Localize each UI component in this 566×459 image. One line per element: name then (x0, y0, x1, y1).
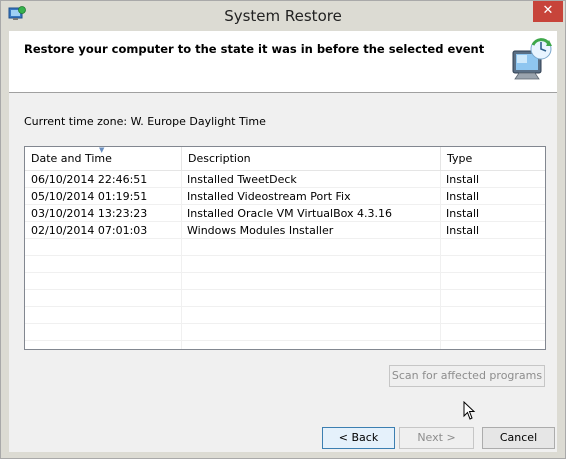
column-header-type[interactable]: Type (440, 147, 545, 171)
column-header-date[interactable]: ▼ Date and Time (25, 147, 181, 171)
table-row[interactable]: 02/10/2014 07:01:03 Windows Modules Inst… (25, 222, 545, 239)
cell-type: Install (446, 190, 480, 203)
table-body: 06/10/2014 22:46:51 Installed TweetDeck … (25, 171, 545, 341)
empty-row (25, 256, 545, 273)
table-row[interactable]: 06/10/2014 22:46:51 Installed TweetDeck … (25, 171, 545, 188)
empty-row (25, 239, 545, 256)
cell-description: Installed Videostream Port Fix (187, 190, 351, 203)
cell-date: 06/10/2014 22:46:51 (31, 173, 148, 186)
cancel-button[interactable]: Cancel (482, 427, 555, 449)
mouse-pointer-icon (463, 401, 476, 420)
table-row[interactable]: 05/10/2014 01:19:51 Installed Videostrea… (25, 188, 545, 205)
table-row[interactable]: 03/10/2014 13:23:23 Installed Oracle VM … (25, 205, 545, 222)
back-button[interactable]: < Back (322, 427, 395, 449)
cell-description: Installed Oracle VM VirtualBox 4.3.16 (187, 207, 393, 220)
next-button[interactable]: Next > (399, 427, 474, 449)
content-panel: Current time zone: W. Europe Daylight Ti… (9, 93, 557, 452)
cell-date: 05/10/2014 01:19:51 (31, 190, 148, 203)
restore-points-list[interactable]: ▼ Date and Time Description Type 06/10/2… (24, 146, 546, 350)
title-bar[interactable]: System Restore ✕ (1, 1, 565, 31)
system-restore-monitor-icon (512, 38, 552, 80)
cell-type: Install (446, 173, 480, 186)
cell-date: 03/10/2014 13:23:23 (31, 207, 148, 220)
page-title: Restore your computer to the state it wa… (24, 42, 485, 56)
column-label: Type (447, 152, 473, 165)
empty-row (25, 273, 545, 290)
column-label: Description (188, 152, 251, 165)
window-title: System Restore (224, 7, 342, 25)
scan-affected-programs-button[interactable]: Scan for affected programs (389, 365, 545, 387)
close-button[interactable]: ✕ (533, 1, 563, 22)
system-restore-window: System Restore ✕ Restore your computer t… (0, 0, 566, 459)
sort-arrow-icon: ▼ (99, 146, 105, 154)
cell-description: Installed TweetDeck (187, 173, 297, 186)
cell-description: Windows Modules Installer (187, 224, 334, 237)
cell-type: Install (446, 224, 480, 237)
list-header: ▼ Date and Time Description Type (25, 147, 545, 171)
column-header-description[interactable]: Description (181, 147, 440, 171)
empty-row (25, 324, 545, 341)
cell-date: 02/10/2014 07:01:03 (31, 224, 148, 237)
cell-type: Install (446, 207, 480, 220)
empty-row (25, 307, 545, 324)
timezone-label: Current time zone: W. Europe Daylight Ti… (24, 115, 266, 128)
empty-row (25, 290, 545, 307)
header-panel: Restore your computer to the state it wa… (9, 31, 557, 92)
